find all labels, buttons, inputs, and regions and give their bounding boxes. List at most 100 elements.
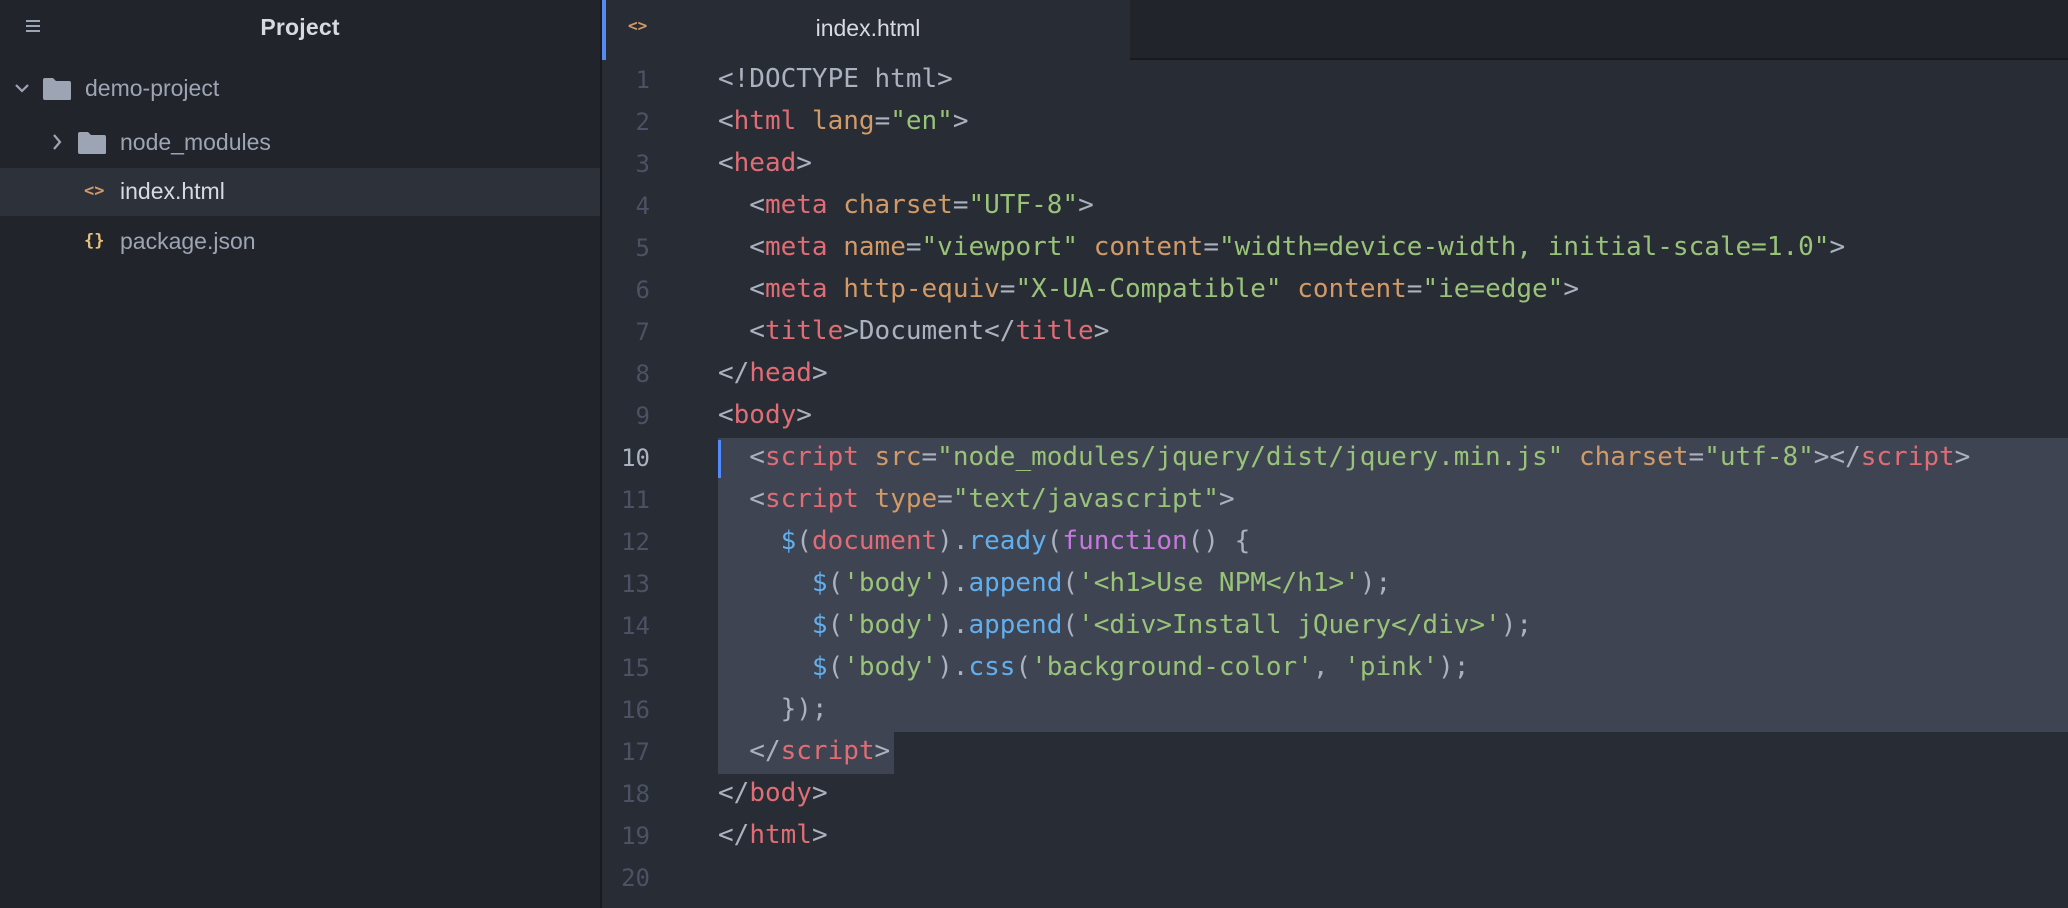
code-token: function <box>1062 526 1188 556</box>
code-token: ); <box>1500 610 1532 640</box>
code-token: css <box>968 652 1016 682</box>
code-line[interactable]: 16 }); <box>602 690 2068 732</box>
code-token: < <box>718 442 765 472</box>
line-number: 2 <box>635 108 650 136</box>
code-token: "node_modules/jquery/dist/jquery.min.js" <box>937 442 1564 472</box>
code-token: ). <box>937 610 969 640</box>
code-token: meta <box>764 232 828 262</box>
code-token: > <box>811 778 828 808</box>
code-line[interactable]: 1 <!DOCTYPE html> <box>602 60 2068 102</box>
code-token: > <box>796 400 812 430</box>
code-token: < <box>718 148 734 178</box>
tree-item-label: node_modules <box>120 129 271 155</box>
code-text: $(document).ready(function() { <box>718 526 1251 556</box>
code-line[interactable]: 12 $(document).ready(function() { <box>602 522 2068 564</box>
code-token: ( <box>1046 526 1063 556</box>
code-line[interactable]: 6 <meta http-equiv="X-UA-Compatible" con… <box>602 270 2068 312</box>
line-number: 12 <box>621 528 650 556</box>
code-token: "viewport" <box>921 232 1079 262</box>
code-text: </script> <box>718 736 890 766</box>
code-line[interactable]: 14 $('body').append('<div>Install jQuery… <box>602 606 2068 648</box>
code-token: 'background-color' <box>1031 652 1313 682</box>
code-line[interactable]: 5 <meta name="viewport" content="width=d… <box>602 228 2068 270</box>
code-token: ready <box>968 526 1047 556</box>
code-token: > <box>874 736 891 766</box>
code-token: meta <box>764 274 828 304</box>
project-title: Project <box>260 14 340 40</box>
tree-item-label: package.json <box>120 228 256 254</box>
code-token: lang <box>811 106 875 136</box>
code-token: $ <box>811 652 828 682</box>
code-token: 'pink' <box>1344 652 1439 682</box>
code-text: <head> <box>718 148 812 178</box>
code-token: < <box>718 190 765 220</box>
chevron-down-icon[interactable] <box>14 81 29 95</box>
line-number: 9 <box>635 402 650 430</box>
line-number: 10 <box>621 444 650 472</box>
code-text: <body> <box>718 400 812 430</box>
code-token: </ <box>718 820 750 850</box>
code-line[interactable]: 3 <head> <box>602 144 2068 186</box>
code-line[interactable]: 8 </head> <box>602 354 2068 396</box>
code-token: }); <box>718 694 828 724</box>
code-token: "en" <box>890 106 953 136</box>
code-line[interactable]: 18 </body> <box>602 774 2068 816</box>
code-token: >Document</ <box>843 316 1016 346</box>
code-token: ( <box>1015 652 1032 682</box>
code-token: script <box>780 736 875 766</box>
selection-highlight <box>718 690 2068 732</box>
line-number: 7 <box>635 318 650 346</box>
editor-window: Project demo-project node_modules < > ind… <box>0 0 2068 908</box>
code-text: <meta charset="UTF-8"> <box>718 190 1093 220</box>
line-number: 19 <box>621 822 650 850</box>
code-token: ( <box>827 610 844 640</box>
code-text: $('body').append('<div>Install jQuery</d… <box>718 610 1532 640</box>
tab-index-html[interactable]: <> index.html <box>602 0 1130 60</box>
code-token: script <box>764 442 859 472</box>
tree-item-package-json[interactable]: {} package.json <box>0 218 600 266</box>
tree-item-node-modules[interactable]: node_modules <box>0 119 600 167</box>
line-number: 13 <box>621 570 650 598</box>
tree-item-index-html[interactable]: <> index.html <box>0 168 600 216</box>
code-token: html <box>749 820 812 850</box>
code-area[interactable]: 1 <!DOCTYPE html> 2 <html lang="en"> 3 <head>… <box>602 60 2068 908</box>
code-text: <!DOCTYPE html> <box>718 64 953 94</box>
sidebar-header: Project <box>0 0 600 58</box>
code-line[interactable]: 13 $('body').append('<h1>Use NPM</h1>'); <box>602 564 2068 606</box>
line-number: 6 <box>635 276 650 304</box>
code-line[interactable]: 20 <box>602 858 2068 900</box>
code-line[interactable]: 7 <title>Document</title> <box>602 312 2068 354</box>
line-number: 16 <box>621 696 650 724</box>
chevron-right-icon[interactable] <box>50 133 64 150</box>
code-text: <html lang="en"> <box>718 106 969 136</box>
code-token: document <box>811 526 938 556</box>
code-token: > <box>952 106 969 136</box>
code-line[interactable]: 9 <body> <box>602 396 2068 438</box>
code-line[interactable]: 10 <script src="node_modules/jquery/dist… <box>602 438 2068 480</box>
code-line[interactable]: 2 <html lang="en"> <box>602 102 2068 144</box>
code-line[interactable]: 15 $('body').css('background-color', 'pi… <box>602 648 2068 690</box>
code-token: "UTF-8" <box>968 190 1079 220</box>
code-text: <meta name="viewport" content="width=dev… <box>718 232 1845 262</box>
code-token: < <box>718 484 765 514</box>
code-line[interactable]: 11 <script type="text/javascript"> <box>602 480 2068 522</box>
code-token: 'body' <box>843 652 938 682</box>
tree-item-demo-project[interactable]: demo-project <box>0 65 600 113</box>
code-line[interactable]: 4 <meta charset="UTF-8"> <box>602 186 2068 228</box>
project-sidebar: Project demo-project node_modules <> ind… <box>0 0 602 908</box>
code-token: $ <box>811 568 828 598</box>
code-editor: <> index.html 1 <!DOCTYPE html> 2 <html lan… <box>602 0 2068 908</box>
code-text: <title>Document</title> <box>718 316 1109 346</box>
code-token: > <box>1093 316 1110 346</box>
code-line[interactable]: 17 </script> <box>602 732 2068 774</box>
code-token: = <box>874 106 891 136</box>
code-token: $ <box>780 526 797 556</box>
code-token: </ <box>718 778 750 808</box>
code-line[interactable]: 19 </html> <box>602 816 2068 858</box>
code-token: charset <box>843 190 953 220</box>
